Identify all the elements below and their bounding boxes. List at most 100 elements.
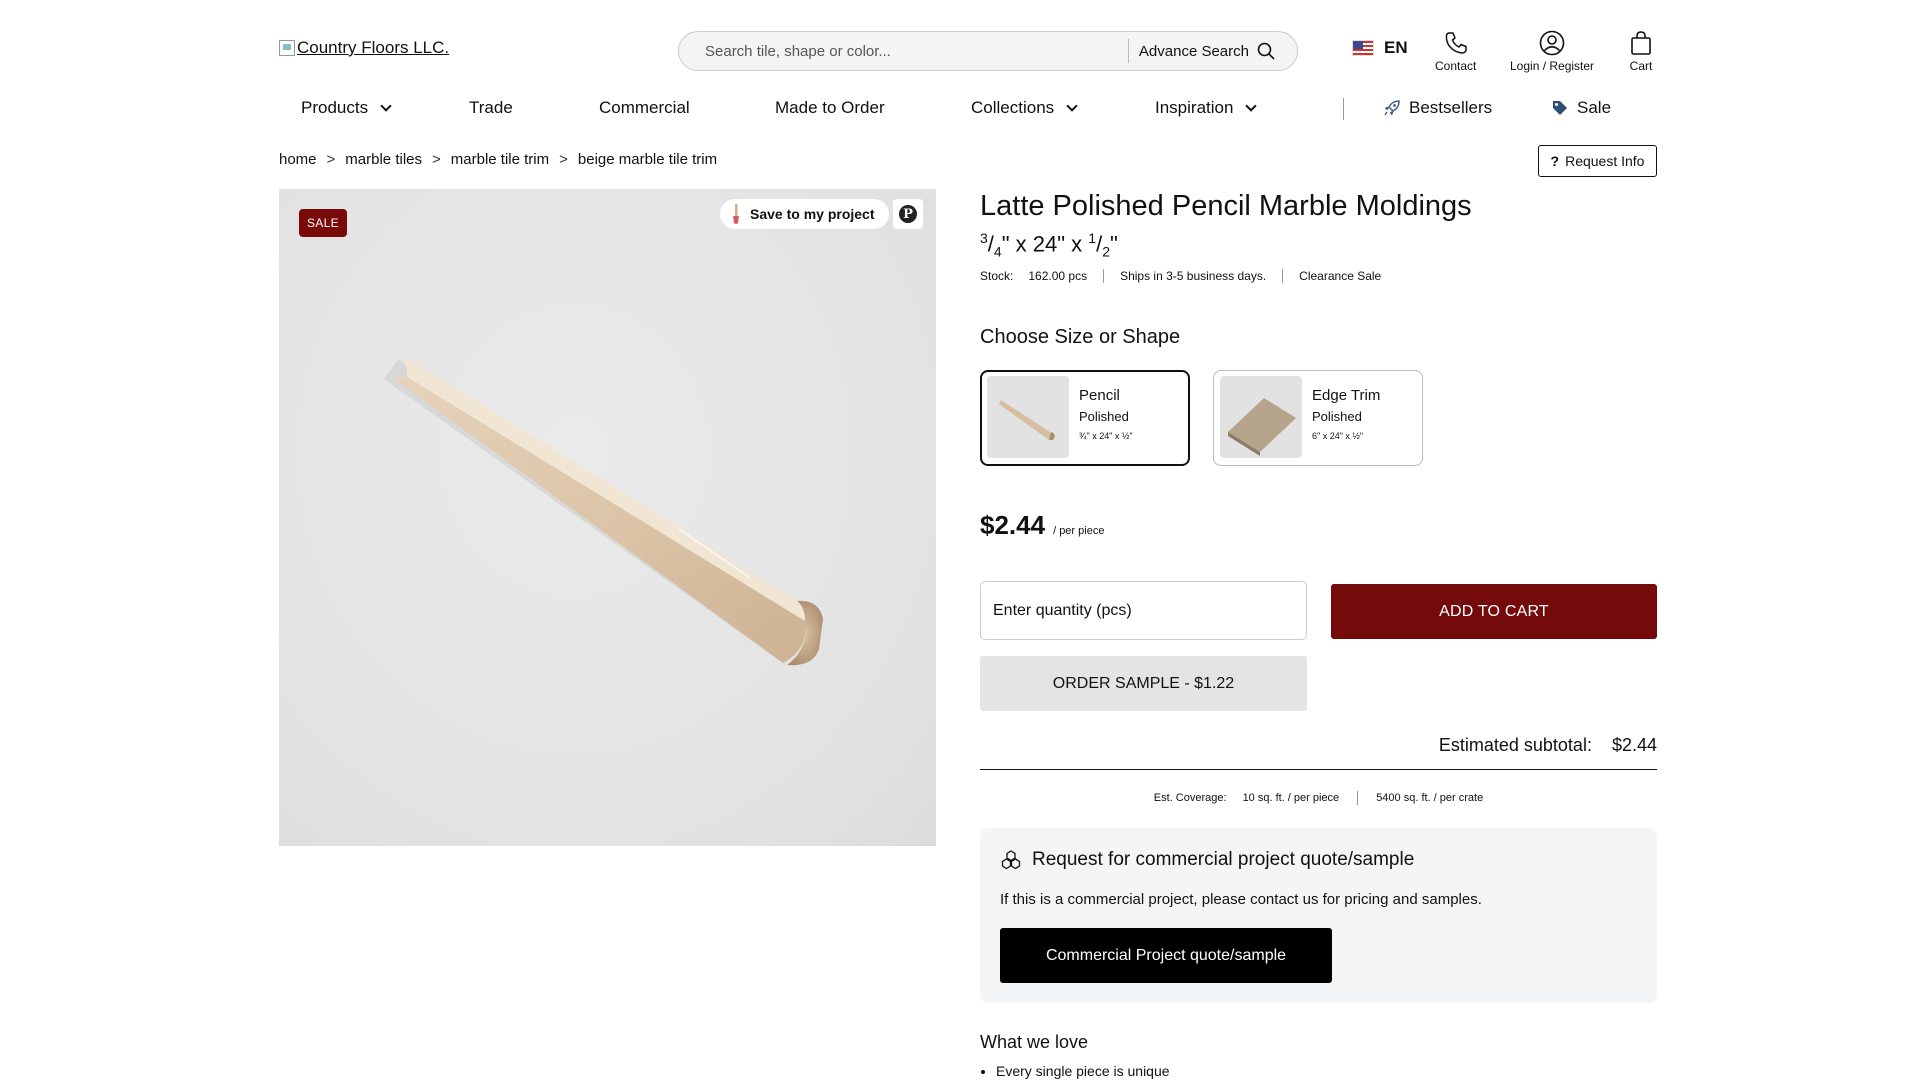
choose-size-heading: Choose Size or Shape	[980, 326, 1181, 348]
pinterest-icon: P	[899, 205, 917, 223]
breadcrumb-beige-marble-tile-trim[interactable]: beige marble tile trim	[578, 151, 717, 168]
coverage-info: Est. Coverage: 10 sq. ft. / per piece 54…	[980, 791, 1657, 805]
nav-bestsellers-label: Bestsellers	[1409, 98, 1493, 117]
product-meta: Stock: 162.00 pcs Ships in 3-5 business …	[980, 269, 1381, 283]
add-to-cart-button[interactable]: ADD TO CART	[1331, 584, 1657, 639]
save-to-project-label: Save to my project	[750, 206, 875, 222]
chevron-down-icon	[1245, 99, 1258, 112]
nav-divider	[1343, 98, 1344, 120]
us-flag-icon	[1352, 40, 1374, 56]
save-to-project-button[interactable]: Save to my project	[720, 199, 889, 229]
broken-image-icon	[279, 40, 295, 56]
option-edge-trim-finish: Polished	[1312, 409, 1362, 424]
nav-products-label: Products	[301, 98, 369, 117]
login-button[interactable]: Login / Register	[1510, 30, 1594, 73]
chevron-down-icon	[1066, 99, 1078, 112]
ships-text: Ships in 3-5 business days.	[1120, 269, 1267, 283]
coverage-per-crate: 5400 sq. ft. / per crate	[1376, 792, 1484, 804]
language-label: EN	[1384, 38, 1408, 57]
what-we-love-heading: What we love	[980, 1032, 1089, 1052]
breadcrumb-home[interactable]: home	[279, 151, 317, 168]
cubes-icon	[1001, 850, 1021, 870]
pinterest-button[interactable]: P	[893, 199, 923, 229]
contact-label: Contact	[1435, 59, 1477, 73]
commercial-quote-button[interactable]: Commercial Project quote/sample	[1000, 928, 1332, 983]
commercial-quote-panel: Request for commercial project quote/sam…	[980, 828, 1657, 1003]
pencil-molding-image	[384, 359, 823, 666]
nav-trade-label: Trade	[469, 98, 513, 117]
request-info-label: Request Info	[1565, 153, 1645, 169]
logo-alt-text: Country Floors LLC.	[297, 38, 450, 57]
order-sample-button[interactable]: ORDER SAMPLE - $1.22	[980, 656, 1307, 711]
clearance-text: Clearance Sale	[1299, 269, 1382, 283]
dim-b: 24	[1032, 231, 1058, 257]
search-input[interactable]	[679, 32, 1128, 70]
language-selector[interactable]: EN	[1352, 38, 1408, 58]
commercial-heading: Request for commercial project quote/sam…	[1000, 849, 1414, 871]
option-edge-trim[interactable]: Edge Trim Polished 6" x 24" x ½"	[1213, 370, 1423, 466]
request-info-button[interactable]: ? Request Info	[1538, 145, 1657, 177]
option-edge-trim-thumbnail	[1220, 376, 1302, 458]
meta-divider	[1103, 269, 1105, 283]
nav-made-to-order[interactable]: Made to Order	[775, 98, 885, 118]
price: $2.44 / per piece	[980, 510, 1104, 541]
option-pencil[interactable]: Pencil Polished ¾" x 24" x ½"	[980, 370, 1190, 466]
breadcrumb-separator: >	[559, 151, 568, 168]
nav-products[interactable]: Products	[301, 98, 392, 118]
price-tag-icon	[1553, 101, 1567, 115]
logo-link[interactable]: Country Floors LLC.	[279, 38, 449, 58]
paintbrush-icon	[733, 204, 739, 224]
option-edge-trim-name: Edge Trim	[1312, 387, 1381, 404]
advance-search-button[interactable]: Advance Search	[1129, 42, 1297, 60]
search-icon	[1257, 42, 1275, 60]
quantity-input[interactable]	[980, 581, 1307, 640]
nav-made-to-order-label: Made to Order	[775, 98, 885, 117]
meta-divider	[1282, 269, 1284, 283]
option-pencil-name: Pencil	[1079, 387, 1120, 404]
coverage-per-piece: 10 sq. ft. / per piece	[1242, 792, 1340, 804]
what-we-love-list: Every single piece is unique	[996, 1063, 1170, 1080]
user-icon	[1539, 30, 1565, 56]
stock-value: 162.00 pcs	[1028, 269, 1088, 283]
nav-bestsellers[interactable]: Bestsellers	[1383, 98, 1492, 118]
cart-bag-icon	[1631, 31, 1651, 55]
search-bar: Advance Search	[678, 31, 1298, 71]
stock-label: Stock:	[980, 269, 1014, 283]
advance-search-label: Advance Search	[1138, 42, 1249, 60]
product-image[interactable]: SALE Save to my project P	[279, 189, 936, 846]
nav-inspiration[interactable]: Inspiration	[1155, 98, 1258, 118]
nav-inspiration-label: Inspiration	[1155, 98, 1234, 117]
subtotal-label: Estimated subtotal:	[1438, 735, 1592, 755]
cart-button[interactable]: Cart	[1628, 30, 1654, 73]
product-dimensions: 3/4" x 24" x 1/2"	[980, 230, 1118, 260]
dim-a-den: 4	[993, 243, 1002, 260]
option-pencil-thumbnail	[987, 376, 1069, 458]
price-amount: $2.44	[980, 510, 1046, 540]
dim-c-num: 1	[1088, 230, 1097, 246]
list-item: Every single piece is unique	[996, 1063, 1170, 1079]
coverage-divider	[1357, 791, 1359, 805]
breadcrumb-marble-tiles[interactable]: marble tiles	[345, 151, 422, 168]
nav-commercial[interactable]: Commercial	[599, 98, 690, 118]
option-pencil-size: ¾" x 24" x ½"	[1079, 431, 1133, 441]
nav-commercial-label: Commercial	[599, 98, 690, 117]
nav-sale-label: Sale	[1577, 98, 1612, 117]
option-pencil-finish: Polished	[1079, 409, 1129, 424]
main-nav: Products Trade Commercial Made to Order …	[0, 98, 1920, 122]
contact-button[interactable]: Contact	[1435, 30, 1476, 73]
breadcrumb-separator: >	[326, 151, 336, 168]
estimated-subtotal: Estimated subtotal: $2.44	[980, 735, 1657, 770]
nav-trade[interactable]: Trade	[469, 98, 513, 118]
breadcrumb-separator: >	[432, 151, 441, 168]
nav-sale[interactable]: Sale	[1551, 98, 1611, 118]
rocket-icon	[1384, 100, 1400, 116]
sale-badge: SALE	[299, 209, 347, 237]
nav-collections[interactable]: Collections	[971, 98, 1078, 118]
nav-collections-label: Collections	[971, 98, 1055, 117]
price-unit: / per piece	[1053, 525, 1105, 537]
breadcrumb-marble-tile-trim[interactable]: marble tile trim	[451, 151, 549, 168]
phone-icon	[1445, 32, 1467, 54]
coverage-label: Est. Coverage:	[1153, 792, 1227, 804]
chevron-down-icon	[380, 99, 392, 112]
dim-c-den: 2	[1102, 243, 1111, 260]
